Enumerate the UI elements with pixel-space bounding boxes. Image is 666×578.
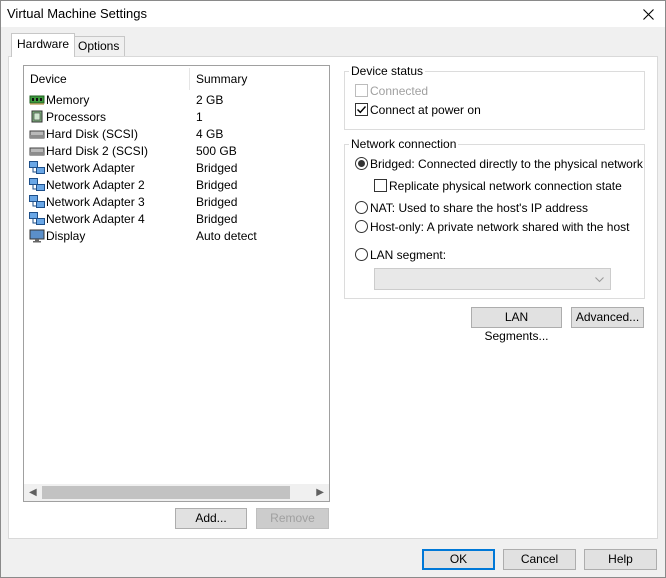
tab-hardware[interactable]: Hardware [11,33,76,57]
device-row-memory[interactable]: Memory 2 GB [29,92,325,109]
host-only-radio[interactable] [355,220,368,233]
tab-options[interactable]: Options [72,36,126,56]
summary-column-header[interactable]: Summary [196,72,247,86]
display-icon [29,229,45,243]
lan-segment-label: LAN segment: [370,248,447,262]
device-row-processors[interactable]: Processors 1 [29,109,325,126]
device-summary: Bridged [196,195,238,209]
help-button[interactable]: Help [584,549,657,570]
device-summary: Auto detect [196,229,257,243]
lan-segment-select[interactable] [374,268,611,290]
device-column-header[interactable]: Device [30,72,67,86]
device-row-hard-disk[interactable]: Hard Disk (SCSI) 4 GB [29,126,325,143]
replicate-state-checkbox[interactable] [374,179,387,192]
connected-label: Connected [370,84,429,98]
checkmark-icon [357,106,367,114]
device-row-network-adapter-2[interactable]: Network Adapter 2 Bridged [29,177,325,194]
replicate-state-label: Replicate physical network connection st… [389,179,622,193]
network-adapter-icon [29,212,45,225]
device-name: Hard Disk 2 (SCSI) [46,144,149,158]
window-title: Virtual Machine Settings [7,6,147,21]
close-button[interactable] [631,1,665,27]
connect-at-power-on-label: Connect at power on [370,103,481,117]
scroll-left-icon[interactable]: ◀ [29,487,37,498]
cancel-button[interactable]: Cancel [503,549,576,570]
network-adapter-icon [29,178,45,191]
nat-radio[interactable] [355,201,368,214]
advanced-button[interactable]: Advanced... [571,307,644,328]
device-name: Network Adapter 2 [46,178,145,192]
device-summary: 4 GB [196,127,224,141]
device-list[interactable]: Device Summary Memory 2 GB Processors 1 [23,65,330,502]
device-row-network-adapter-4[interactable]: Network Adapter 4 Bridged [29,211,325,228]
hard-disk-icon [29,147,45,156]
device-name: Hard Disk (SCSI) [46,127,139,141]
device-name: Network Adapter 3 [46,195,145,209]
device-name: Network Adapter [46,161,135,175]
ok-button[interactable]: OK [422,549,495,570]
remove-button[interactable]: Remove [256,508,329,529]
bridged-label: Bridged: Connected directly to the physi… [370,157,643,171]
device-name: Display [46,229,86,243]
device-summary: 500 GB [196,144,237,158]
device-name: Memory [46,93,90,107]
device-summary: Bridged [196,178,238,192]
close-icon [642,8,654,20]
connect-at-power-on-checkbox[interactable] [355,103,368,116]
lan-segments-button[interactable]: LAN Segments... [471,307,562,343]
chevron-down-icon [595,277,604,283]
device-name: Processors [46,110,107,124]
device-summary: Bridged [196,212,238,226]
device-name: Network Adapter 4 [46,212,145,226]
device-row-network-adapter-3[interactable]: Network Adapter 3 Bridged [29,194,325,211]
bridged-radio[interactable] [355,157,368,170]
column-separator[interactable] [189,68,190,90]
title-bar: Virtual Machine Settings [1,1,665,27]
host-only-label: Host-only: A private network shared with… [370,220,630,234]
processor-icon [31,110,43,123]
horizontal-scrollbar[interactable]: ◀ ▶ [24,484,329,501]
connected-checkbox[interactable] [355,84,368,97]
device-row-hard-disk-2[interactable]: Hard Disk 2 (SCSI) 500 GB [29,143,325,160]
nat-label: NAT: Used to share the host's IP address [370,201,588,215]
network-connection-title: Network connection [349,137,459,151]
device-summary: 1 [196,110,203,124]
add-button[interactable]: Add... [175,508,247,529]
network-adapter-icon [29,195,45,208]
device-summary: Bridged [196,161,238,175]
memory-icon [29,95,45,105]
hard-disk-icon [29,130,45,139]
device-summary: 2 GB [196,93,224,107]
device-status-group [344,71,645,130]
device-row-display[interactable]: Display Auto detect [29,228,325,245]
lan-segment-radio[interactable] [355,248,368,261]
device-status-title: Device status [349,64,426,78]
network-adapter-icon [29,161,45,174]
device-row-network-adapter[interactable]: Network Adapter Bridged [29,160,325,177]
scrollbar-thumb[interactable] [42,486,290,499]
scroll-right-icon[interactable]: ▶ [316,487,324,498]
settings-window: Virtual Machine Settings Hardware Option… [0,0,666,578]
